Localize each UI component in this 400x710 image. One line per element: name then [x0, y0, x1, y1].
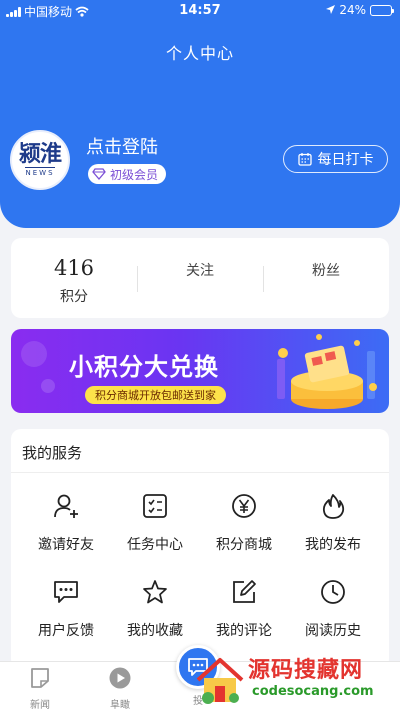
fans-label: 粉丝 [312, 263, 340, 279]
yen-icon [232, 494, 256, 518]
banner-title: 小积分大兑换 [69, 353, 219, 381]
fans-stat[interactable]: 粉丝 [263, 238, 389, 318]
service-label: 我的收藏 [127, 623, 183, 639]
status-right: 24% [326, 3, 394, 17]
status-bar: 中国移动 14:57 24% [0, 0, 400, 22]
tab-label: 阜瞰 [110, 700, 130, 710]
header-background [0, 0, 400, 228]
service-label: 积分商城 [216, 537, 272, 553]
daily-checkin-button[interactable]: 每日打卡 [283, 145, 388, 173]
service-label: 阅读历史 [305, 623, 361, 639]
edit-icon [233, 580, 256, 603]
banner-illustration [277, 334, 377, 409]
tab-fukan[interactable]: 阜瞰 [90, 666, 150, 710]
avatar-logo: 颍淮 [18, 141, 62, 167]
play-icon [109, 667, 131, 689]
service-reading-history[interactable]: 阅读历史 [288, 578, 378, 640]
banner-decoration [21, 341, 47, 367]
service-invite-friends[interactable]: 邀请好友 [21, 492, 111, 554]
services-card: 我的服务 邀请好友 任务中心 积分商城 我的发布 用户反馈 我的收藏 我的评论 … [11, 429, 389, 669]
location-icon [326, 5, 336, 14]
service-my-posts[interactable]: 我的发布 [288, 492, 378, 554]
points-exchange-banner[interactable]: 小积分大兑换 积分商城开放包邮送到家 [11, 329, 389, 413]
points-stat[interactable]: 416 积分 [11, 238, 137, 318]
service-points-mall[interactable]: 积分商城 [199, 492, 289, 554]
member-level: 初级会员 [110, 167, 159, 182]
watermark-text: 源码搜藏网 [248, 658, 364, 683]
follow-stat[interactable]: 关注 [137, 238, 263, 318]
service-label: 任务中心 [127, 537, 183, 553]
watermark-url: codesocang.com [252, 684, 374, 699]
star-icon [143, 580, 167, 604]
service-feedback[interactable]: 用户反馈 [21, 578, 111, 640]
service-favorites[interactable]: 我的收藏 [110, 578, 200, 640]
service-label: 用户反馈 [38, 623, 94, 639]
service-label: 我的发布 [305, 537, 361, 553]
banner-subtitle: 积分商城开放包邮送到家 [85, 386, 226, 404]
member-badge: 初级会员 [88, 164, 167, 184]
watermark: 源码搜藏网 codesocang.com [190, 648, 400, 710]
follow-label: 关注 [186, 263, 214, 279]
diamond-icon [92, 168, 106, 180]
avatar-logo-sub: NEWS [25, 167, 55, 177]
tab-label: 新闻 [30, 700, 50, 710]
services-title: 我的服务 [22, 444, 83, 462]
calendar-icon [297, 153, 312, 166]
feedback-icon [54, 581, 78, 603]
stats-card: 416 积分 关注 粉丝 [11, 238, 389, 318]
page-title: 个人中心 [165, 44, 234, 63]
battery-percent: 24% [339, 3, 366, 17]
battery-icon [370, 4, 394, 16]
task-list-icon [143, 494, 167, 518]
add-user-icon [54, 494, 78, 518]
service-label: 我的评论 [216, 623, 272, 639]
house-logo-icon [196, 658, 244, 704]
points-label: 积分 [60, 289, 88, 305]
points-value: 416 [53, 256, 95, 280]
divider [11, 472, 389, 473]
service-task-center[interactable]: 任务中心 [110, 492, 200, 554]
service-comments[interactable]: 我的评论 [199, 578, 289, 640]
news-icon [31, 668, 49, 688]
tab-news[interactable]: 新闻 [10, 666, 70, 710]
checkin-label: 每日打卡 [317, 152, 374, 168]
flame-icon [322, 494, 345, 519]
banner-decoration [41, 379, 55, 393]
service-label: 邀请好友 [38, 537, 94, 553]
login-link[interactable]: 点击登陆 [86, 133, 158, 159]
avatar[interactable]: 颍淮 NEWS [10, 130, 70, 190]
clock-icon [321, 580, 345, 604]
